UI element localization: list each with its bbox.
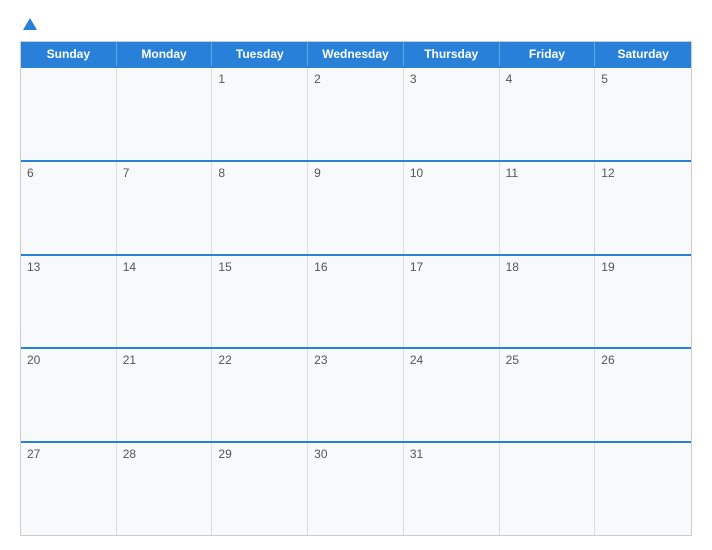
day-header-wednesday: Wednesday [308,42,404,66]
day-number: 10 [410,166,423,180]
header [20,18,692,31]
week-row-2: 6 7 8 9 10 11 12 [21,160,691,254]
day-cell-31: 31 [404,443,500,535]
day-header-friday: Friday [500,42,596,66]
logo-blue-text [20,18,37,31]
day-number: 20 [27,353,40,367]
day-number: 17 [410,260,423,274]
day-number: 8 [218,166,225,180]
day-cell-27: 27 [21,443,117,535]
day-header-monday: Monday [117,42,213,66]
day-number: 1 [218,72,225,86]
day-cell-9: 9 [308,162,404,254]
day-cell-empty [595,443,691,535]
day-cell-16: 16 [308,256,404,348]
day-number: 15 [218,260,231,274]
day-number: 4 [506,72,513,86]
day-cell-18: 18 [500,256,596,348]
day-cell-empty [21,68,117,160]
day-cell-15: 15 [212,256,308,348]
week-row-1: 1 2 3 4 5 [21,66,691,160]
page: SundayMondayTuesdayWednesdayThursdayFrid… [0,0,712,550]
day-cell-21: 21 [117,349,213,441]
day-number: 19 [601,260,614,274]
day-number: 11 [506,166,518,180]
day-cell-14: 14 [117,256,213,348]
day-number: 28 [123,447,136,461]
day-number: 7 [123,166,130,180]
logo [20,18,37,31]
day-headers-row: SundayMondayTuesdayWednesdayThursdayFrid… [21,42,691,66]
day-number: 25 [506,353,519,367]
day-cell-4: 4 [500,68,596,160]
day-number: 14 [123,260,136,274]
day-cell-19: 19 [595,256,691,348]
day-number: 12 [601,166,614,180]
day-cell-1: 1 [212,68,308,160]
day-number: 24 [410,353,423,367]
day-number: 23 [314,353,327,367]
day-cell-26: 26 [595,349,691,441]
day-number: 3 [410,72,417,86]
day-cell-empty [500,443,596,535]
day-cell-8: 8 [212,162,308,254]
day-header-tuesday: Tuesday [212,42,308,66]
day-cell-2: 2 [308,68,404,160]
day-cell-empty [117,68,213,160]
logo-triangle-icon [23,18,37,30]
day-cell-7: 7 [117,162,213,254]
day-header-thursday: Thursday [404,42,500,66]
day-number: 6 [27,166,34,180]
day-number: 5 [601,72,608,86]
day-cell-5: 5 [595,68,691,160]
day-header-saturday: Saturday [595,42,691,66]
day-number: 22 [218,353,231,367]
day-cell-6: 6 [21,162,117,254]
day-cell-23: 23 [308,349,404,441]
day-cell-11: 11 [500,162,596,254]
day-header-sunday: Sunday [21,42,117,66]
day-number: 16 [314,260,327,274]
day-number: 2 [314,72,321,86]
day-number: 18 [506,260,519,274]
day-number: 21 [123,353,136,367]
day-number: 29 [218,447,231,461]
day-number: 9 [314,166,321,180]
week-row-5: 27 28 29 30 31 [21,441,691,535]
day-cell-17: 17 [404,256,500,348]
calendar: SundayMondayTuesdayWednesdayThursdayFrid… [20,41,692,536]
day-cell-12: 12 [595,162,691,254]
day-cell-24: 24 [404,349,500,441]
day-number: 26 [601,353,614,367]
weeks-container: 1234567891011121314151617181920212223242… [21,66,691,535]
week-row-4: 20 21 22 23 24 25 26 [21,347,691,441]
day-number: 13 [27,260,40,274]
day-cell-3: 3 [404,68,500,160]
day-cell-20: 20 [21,349,117,441]
day-cell-22: 22 [212,349,308,441]
day-cell-28: 28 [117,443,213,535]
day-cell-29: 29 [212,443,308,535]
day-number: 31 [410,447,423,461]
day-cell-10: 10 [404,162,500,254]
week-row-3: 13 14 15 16 17 18 19 [21,254,691,348]
day-cell-13: 13 [21,256,117,348]
day-cell-30: 30 [308,443,404,535]
day-number: 30 [314,447,327,461]
day-number: 27 [27,447,40,461]
day-cell-25: 25 [500,349,596,441]
